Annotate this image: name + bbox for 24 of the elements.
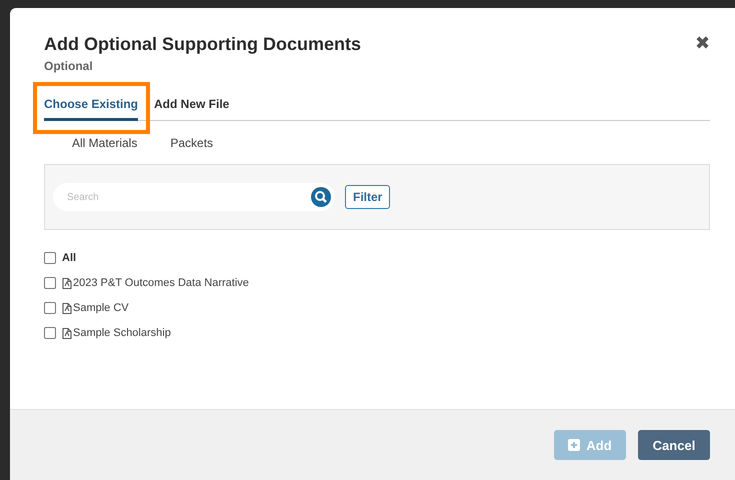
search-icon[interactable] [311, 187, 331, 207]
checkbox[interactable] [44, 277, 56, 289]
tab[interactable]: Choose Existing [44, 93, 138, 121]
search-bar[interactable]: Search [53, 183, 335, 211]
close-button[interactable]: ✖ [695, 32, 710, 54]
document-name: Sample CV [73, 302, 129, 314]
dialog-title: Add Optional Supporting Documents [44, 34, 361, 55]
search-field[interactable]: Search [65, 190, 311, 204]
document-icon [62, 328, 72, 338]
sub-tab[interactable]: Packets [170, 136, 214, 150]
checkbox[interactable] [44, 252, 56, 264]
filter-button[interactable]: Filter [345, 185, 390, 209]
document-icon [62, 278, 72, 288]
select-all-label: All [62, 252, 76, 264]
checkbox[interactable] [44, 302, 56, 314]
sub-tab[interactable]: All Materials [72, 136, 138, 150]
cancel-button[interactable]: Cancel [638, 430, 710, 460]
dialog-subtitle: Optional [44, 59, 94, 73]
document-name: Sample Scholarship [73, 327, 171, 339]
plus-icon [568, 439, 580, 451]
document-icon [62, 302, 72, 314]
checkbox[interactable] [44, 327, 56, 339]
tab[interactable]: Add New File [154, 93, 230, 121]
document-name: 2023 P&T Outcomes Data Narrative [73, 277, 249, 289]
